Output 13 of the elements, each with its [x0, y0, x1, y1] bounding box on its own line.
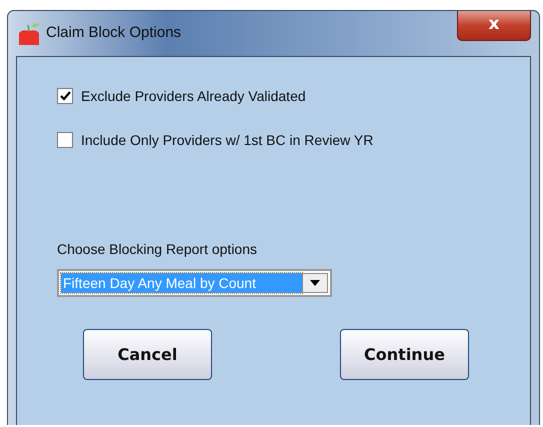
- window-title: Claim Block Options: [46, 24, 182, 41]
- checkbox[interactable]: [57, 132, 73, 148]
- close-button[interactable]: x: [457, 11, 531, 41]
- apple-icon: [16, 21, 42, 47]
- caret-icon: [310, 280, 320, 286]
- checkbox-label: Exclude Providers Already Validated: [81, 88, 306, 104]
- dialog-button[interactable]: Cancel: [83, 329, 212, 380]
- checkbox-label: Include Only Providers w/ 1st BC in Review YR: [81, 132, 374, 148]
- dropdown-button[interactable]: [302, 273, 328, 293]
- report-label: Choose Blocking Report options: [57, 241, 258, 257]
- checkbox[interactable]: [57, 88, 73, 104]
- dialog-button[interactable]: Continue: [340, 329, 469, 380]
- dropdown-value: Fifteen Day Any Meal by Count: [61, 273, 302, 293]
